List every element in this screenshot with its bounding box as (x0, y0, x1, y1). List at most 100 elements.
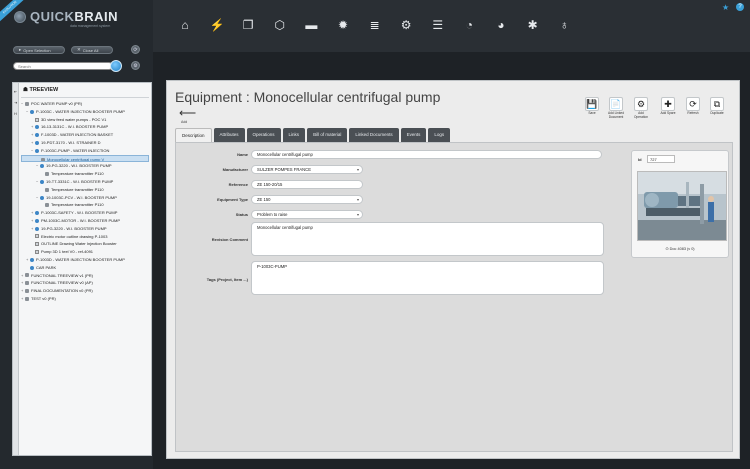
reference-field[interactable]: ZE 150-20/15 (251, 180, 363, 189)
tree-item[interactable]: Temperature transmitter P110 (21, 186, 149, 194)
tree-item[interactable]: + P-1003D - WATER INJECTION BOOSTER PUMP (21, 256, 149, 264)
equipment-photo[interactable] (637, 171, 727, 241)
tab-bill-of-material[interactable]: Bill of material (307, 128, 348, 142)
search-input[interactable] (13, 62, 113, 70)
tab-logs[interactable]: Logs (428, 128, 451, 142)
bolt-icon[interactable]: ⚡ (210, 18, 225, 32)
folder-icon[interactable]: ▬ (304, 18, 318, 32)
save-button[interactable]: 💾 Save (582, 97, 602, 125)
favorite-star-icon[interactable]: ★ (722, 3, 729, 12)
tree-item[interactable]: −19-PG-3220 - W.I. BOOSTER PUMP (21, 162, 149, 170)
add-linked-document-button[interactable]: 📄 Add Linked Document (606, 97, 626, 125)
add-operation-button[interactable]: ⚙ Add Operation (631, 97, 651, 125)
action-label: Save (588, 111, 596, 115)
tree-item[interactable]: + PM-1003C-MOTOR - W.I. BOOSTER PUMP (21, 217, 149, 225)
gear-icon[interactable]: ✹ (336, 18, 350, 32)
tree-item[interactable]: + TEST v0 (PR) (21, 295, 149, 303)
tags-textarea[interactable]: P-1003C-PUMP (251, 261, 604, 295)
tree-item[interactable]: Pump 3D 1 teel V0 - ref-4091 (21, 248, 149, 256)
tab-events[interactable]: Events (400, 128, 427, 142)
equipment-node-icon (40, 179, 44, 184)
treeview-title-label: TREEVIEW (29, 87, 59, 93)
tab-links[interactable]: Links (282, 128, 306, 142)
action-label: Duplicate (710, 111, 724, 115)
equipment-node-icon (35, 211, 39, 216)
document-link[interactable]: ⊙ Doc 4083 (v 0) (632, 246, 728, 251)
open-selection-button[interactable]: ▸ Open Selection (13, 46, 65, 54)
status-select[interactable]: Problem to raise (251, 210, 363, 219)
tab-description[interactable]: Description (175, 128, 212, 142)
tree-item[interactable]: − POC WATER PUMP v0 (PR) (21, 100, 149, 108)
home-icon[interactable]: ⌂ (178, 18, 192, 32)
tree-item-label: P-1003C-SAFETY - W.I. BOOSTER PUMP (41, 210, 118, 216)
database-icon[interactable]: ≣ (368, 18, 382, 32)
close-all-button[interactable]: ✕ Close All (71, 46, 113, 54)
database-gear-icon[interactable]: ☰ (431, 18, 445, 32)
tree-item-label: FUNCTIONAL TREEVIEW v1 (PR) (31, 272, 94, 278)
tab-attributes[interactable]: Attributes (213, 128, 245, 142)
cube-icon[interactable]: ⬡ (273, 18, 287, 32)
cogs-icon[interactable]: ⚙ (399, 18, 413, 32)
timer-icon[interactable]: ◔ (462, 18, 476, 32)
add-spare-button[interactable]: ✚ Add Spare (658, 97, 678, 125)
revision-comment-textarea[interactable]: Monocellular centrifugal pump (251, 222, 604, 256)
equipment-node-icon (25, 281, 29, 286)
tree-item-label: Temperature transmitter P110 (51, 171, 104, 177)
tree-item[interactable]: + FINAL DOCUMENTATION v0 (PR) (21, 287, 149, 295)
tab-operations[interactable]: Operations (246, 128, 281, 142)
open-selection-label: Open Selection (23, 47, 51, 53)
tree-item[interactable]: + F-1003D - WATER INJECTION BASKET (21, 131, 149, 139)
equipment-node-icon (25, 273, 29, 278)
refresh-icon[interactable]: ⟳ (131, 45, 140, 54)
tree-item[interactable]: Temperature transmitter P110 (21, 201, 149, 209)
tree-item[interactable]: +19-PG-3220 - W.I. BOOSTER PUMP (21, 225, 149, 233)
manufacturer-label: Manufacturer (222, 167, 248, 172)
duplicate-button[interactable]: ⧉ Duplicate (707, 97, 727, 125)
equipment-type-select[interactable]: ZE 150 (251, 195, 363, 204)
tree-item[interactable]: + FUNCTIONAL TREEVIEW v0 (AP) (21, 279, 149, 287)
tags-label: Tags (Project, Item ...) (206, 277, 248, 282)
tree-item-label: P-1003C-PUMP - WATER INJECTION (41, 147, 110, 153)
left-panel: EVOLUTION QUICKBRAIN data management sys… (0, 0, 153, 469)
tools-icon[interactable]: ✱ (526, 18, 540, 32)
back-label: Add (181, 120, 188, 124)
help-icon[interactable]: ? (736, 3, 744, 11)
tab-linked-documents[interactable]: Linked Documents (349, 128, 399, 142)
tree-item[interactable]: 3D view feed water pumps - POC V1 (21, 116, 149, 124)
tree-item[interactable]: CAR PARK (21, 264, 149, 272)
tree-item-label: 19-1003C-PCV - W.I. BOOSTER PUMP (46, 194, 117, 200)
tree-item[interactable]: +16-13-3131C - W.I. BOOSTER PUMP (21, 123, 149, 131)
equipment-node-icon (25, 101, 29, 106)
tree-item[interactable]: −19-1003C-PCV - W.I. BOOSTER PUMP (21, 194, 149, 202)
tree-item[interactable]: +19-PDT-3170 - W.I. STRAINER D (21, 139, 149, 147)
spare-add-icon: ✚ (661, 97, 675, 111)
tree-item[interactable]: + P-1003C-SAFETY - W.I. BOOSTER PUMP (21, 209, 149, 217)
tree-filter-icon[interactable]: H (13, 111, 18, 116)
documents-icon[interactable]: ❐ (241, 18, 255, 32)
refresh-button[interactable]: ⟳ Refresh (683, 97, 703, 125)
equipment-node-icon (45, 203, 49, 208)
refresh-icon: ⟳ (686, 97, 700, 111)
id-field[interactable]: 727 (647, 155, 675, 163)
pie-icon[interactable]: ◕ (494, 18, 508, 32)
tree-item[interactable]: − P-1003C-PUMP - WATER INJECTION (21, 147, 149, 155)
manufacturer-select[interactable]: SULZER POMPES FRANCE (251, 165, 363, 174)
search-slider-knob[interactable] (110, 60, 122, 72)
tree-item[interactable]: + FUNCTIONAL TREEVIEW v1 (PR) (21, 272, 149, 280)
tree-collapse-icon[interactable]: ⇤ (13, 89, 18, 94)
tree-item[interactable]: Temperature transmitter P110 (21, 170, 149, 178)
name-field[interactable]: Monocellular centrifugal pump (251, 150, 602, 159)
tree-item[interactable]: − P-1003C - WATER INJECTION BOOSTER PUMP (21, 108, 149, 116)
tree-item[interactable]: OUTLINE Drawing Water Injection Booster (21, 240, 149, 248)
lightbulb-icon[interactable]: ♁ (557, 18, 571, 32)
logo-text-light: QUICK (30, 9, 75, 24)
tree-item[interactable]: Electric motor outline drawing P-1003 (21, 233, 149, 241)
settings-icon[interactable]: ⚙ (131, 61, 140, 70)
tree-item[interactable]: Monocellular centrifugal pump V (21, 154, 149, 163)
equipment-node-icon (25, 289, 29, 294)
operation-add-icon: ⚙ (634, 97, 648, 111)
tree-item-label: Electric motor outline drawing P-1003 (41, 233, 108, 239)
action-label: Add Spare (660, 111, 676, 115)
tree-expand-icon[interactable]: ⇥ (13, 100, 18, 105)
tree-item[interactable]: −19-TT-3331C - W.I. BOOSTER PUMP (21, 178, 149, 186)
